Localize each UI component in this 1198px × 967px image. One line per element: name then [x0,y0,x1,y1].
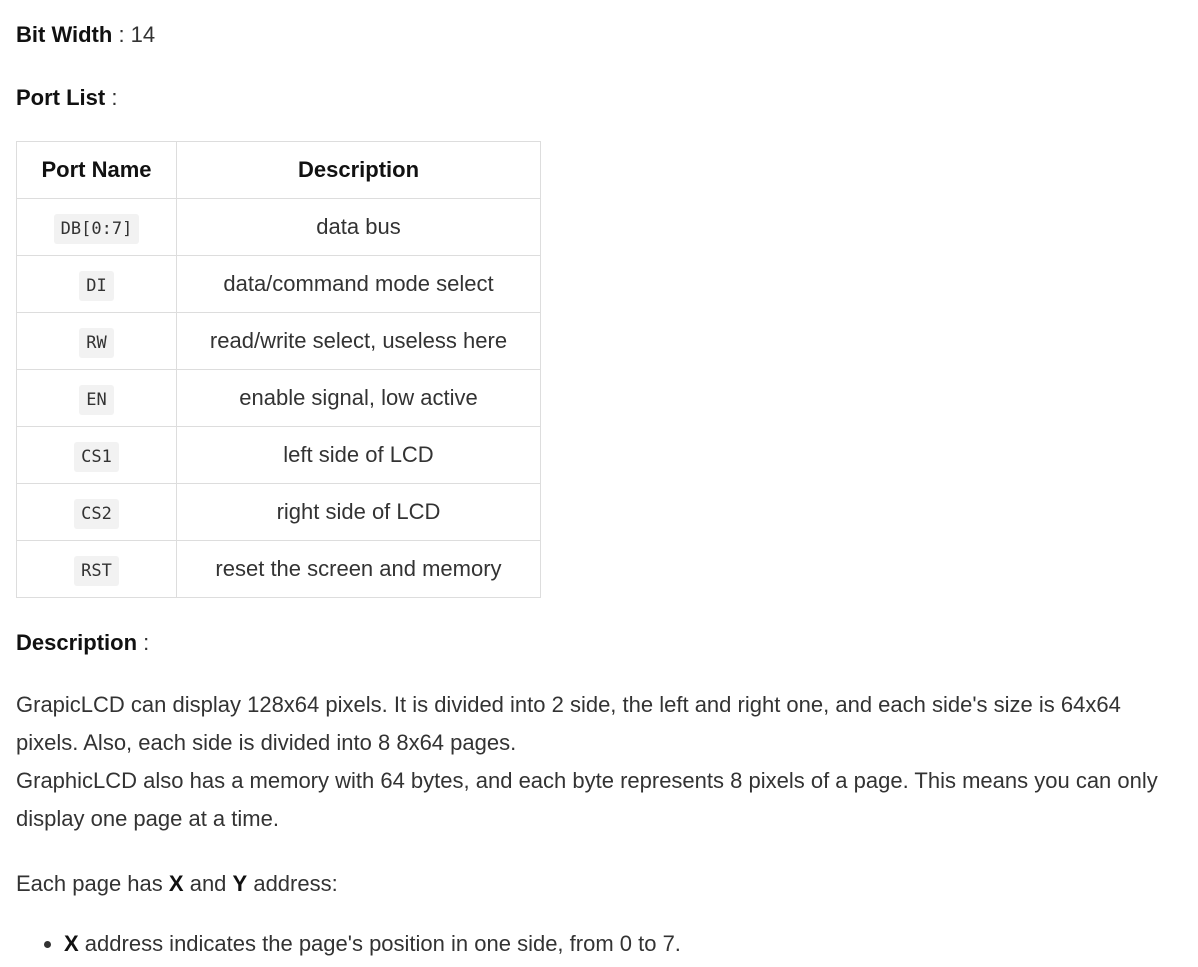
description-text-2: GraphicLCD also has a memory with 64 byt… [16,768,1158,831]
port-name-cell: CS1 [16,426,177,484]
description-label: Description [16,630,138,655]
description-paragraph: GrapicLCD can display 128x64 pixels. It … [16,686,1186,838]
port-code: EN [79,385,114,415]
port-code: DB[0:7] [53,214,140,244]
port-name-cell: RST [16,540,177,598]
bullet-bold: X [64,931,79,956]
address-text-after: address: [247,871,338,896]
port-name-cell: DB[0:7] [16,198,177,256]
bit-width-value: 14 [130,22,156,47]
address-bullet-list: X address indicates the page's position … [16,925,681,963]
port-list-line: Port List : [16,85,117,111]
port-description-cell: reset the screen and memory [176,540,541,598]
bullet-text: address indicates the page's position in… [78,931,681,956]
table-row: RST reset the screen and memory [16,540,541,598]
port-description-cell: right side of LCD [176,483,541,541]
address-y: Y [232,871,248,896]
address-text-before: Each page has [16,871,169,896]
address-paragraph: Each page has X and Y address: [16,865,1186,903]
table-row: CS1 left side of LCD [16,426,541,484]
port-name-cell: EN [16,369,177,427]
port-description-cell: data bus [176,198,541,256]
port-description-cell: left side of LCD [176,426,541,484]
port-description-cell: read/write select, useless here [176,312,541,370]
port-name-cell: DI [16,255,177,313]
table-row: EN enable signal, low active [16,369,541,427]
bit-width-separator: : [112,22,131,47]
port-code: RW [79,328,114,358]
port-description-cell: data/command mode select [176,255,541,313]
table-row: DB[0:7] data bus [16,198,541,256]
table-row: DI data/command mode select [16,255,541,313]
table-row: CS2 right side of LCD [16,483,541,541]
port-name-cell: RW [16,312,177,370]
port-table-header-row: Port Name Description [16,141,541,199]
address-text-middle: and [183,871,233,896]
address-x: X [168,871,184,896]
description-heading-line: Description : [16,630,149,656]
list-item: X address indicates the page's position … [64,925,681,963]
port-list-separator: : [105,85,118,110]
port-name-header: Port Name [16,141,177,199]
description-separator: : [137,630,150,655]
port-description-cell: enable signal, low active [176,369,541,427]
port-code: RST [74,556,119,586]
bit-width-label: Bit Width [16,22,113,47]
table-row: RW read/write select, useless here [16,312,541,370]
port-code: DI [79,271,114,301]
description-header: Description [176,141,541,199]
bit-width-line: Bit Width : 14 [16,22,155,48]
port-table: Port Name Description DB[0:7] data bus D… [16,141,541,598]
port-list-label: Port List [16,85,106,110]
port-name-cell: CS2 [16,483,177,541]
port-code: CS1 [74,442,119,472]
description-text-1: GrapicLCD can display 128x64 pixels. It … [16,692,1121,755]
port-code: CS2 [74,499,119,529]
